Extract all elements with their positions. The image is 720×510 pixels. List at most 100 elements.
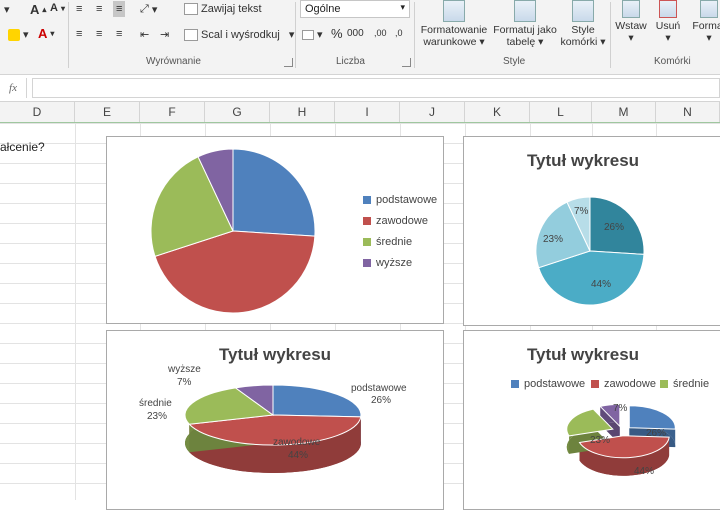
align-left-button[interactable]: ≡ [76,28,82,40]
column-header-l[interactable]: L [530,102,592,122]
pie-chart-1-svg [150,148,316,314]
insert-cells-icon [622,0,640,18]
increase-decimal-button[interactable]: ,00 [374,28,387,38]
wrap-text-button[interactable]: Zawijaj tekst [184,3,262,15]
align-top-button[interactable]: ≡ [76,3,82,15]
merge-center-button[interactable]: Scal i wyśrodkuj ▾ [184,28,294,41]
legend-label: średnie [376,236,413,248]
increase-indent-icon: ⇥ [160,29,170,41]
number-launcher[interactable] [402,58,411,67]
grow-font-button[interactable]: A ▴ [30,2,46,17]
column-header-g[interactable]: G [205,102,270,122]
format-as-table-button[interactable]: Formatuj jako tabelę ▾ [490,0,560,48]
percent-icon: % [331,26,343,41]
formula-input[interactable] [32,78,720,98]
format-table-line1: Formatuj jako [493,24,557,36]
legend-item: średnie [660,378,709,390]
decrease-decimal-button[interactable]: ,0 [395,28,403,38]
alignment-group-label: Wyrównanie [146,56,201,67]
column-header-e[interactable]: E [75,102,140,122]
accounting-format-button[interactable]: ▾ [302,28,323,41]
legend-swatch [591,380,599,388]
shrink-font-button[interactable]: A ▾ [50,2,65,14]
legend-item: podstawowe [511,378,585,390]
align-right-button[interactable]: ≡ [116,28,122,40]
font-size-arrow[interactable]: ▾ [4,3,10,16]
format-table-icon [514,0,536,22]
increase-indent-button[interactable]: ⇥ [160,28,169,41]
percent-button[interactable]: % [331,26,343,41]
chart-4[interactable]: Tytuł wykresu podstawowe zawodowe średni… [463,330,720,510]
legend-item: średnie [363,236,412,248]
insert-button[interactable]: Wstaw ▾ [612,0,650,44]
data-label: 7% [574,206,589,217]
increase-decimal-label: ,00 [374,28,387,38]
wrap-text-label: Zawijaj tekst [201,3,262,15]
legend-item: podstawowe [363,194,437,206]
comma-style-button[interactable]: 000 [347,28,364,39]
cell-styles-icon [572,0,594,22]
column-header-i[interactable]: I [335,102,400,122]
legend-item: zawodowe [363,215,428,227]
align-middle-button[interactable]: ≡ [96,3,102,15]
merge-center-label: Scal i wyśrodkuj [201,28,280,41]
column-header-h[interactable]: H [270,102,335,122]
legend-item: zawodowe [591,378,656,390]
delete-label: Usuń [655,20,681,32]
cell-styles-line2: komórki [560,36,598,48]
chart-1[interactable]: podstawowe zawodowe średnie wyższe [106,136,444,324]
column-header-k[interactable]: K [465,102,530,122]
orientation-button[interactable]: ⤢ ▾ [140,3,157,16]
cell-text[interactable]: ałcenie? [0,140,45,154]
data-label: 44% [591,279,612,290]
number-format-value: Ogólne [305,3,341,15]
data-label: 44% [634,466,655,477]
column-header-f[interactable]: F [140,102,205,122]
chevron-down-icon: ▾ [400,2,405,12]
decrease-indent-button[interactable]: ⇤ [140,28,149,41]
orientation-icon: ⤢ [140,3,149,15]
legend-label: zawodowe [376,215,428,227]
number-format-select[interactable]: Ogólne ▾ [300,0,410,18]
styles-group-label: Style [503,56,526,67]
fill-color-button[interactable]: ▾ [8,28,29,41]
legend-swatch [363,259,371,267]
align-bottom-button[interactable]: ≡ [113,1,126,17]
align-right-icon: ≡ [116,28,123,40]
font-color-button[interactable]: A ▾ [38,26,54,41]
column-header-m[interactable]: M [592,102,656,122]
align-bottom-icon: ≡ [116,3,123,15]
wrap-text-icon [184,3,198,15]
category-label: wyższe [168,364,201,375]
legend-label: wyższe [376,257,413,269]
alignment-launcher[interactable] [284,58,293,67]
fill-color-icon [8,28,20,41]
chart-title: Tytuł wykresu [526,345,640,364]
align-top-icon: ≡ [76,3,83,15]
column-header-d[interactable]: D [0,102,75,122]
cond-format-line1: Formatowanie [420,24,488,36]
align-middle-icon: ≡ [96,3,103,15]
format-button[interactable]: Format ▾ [686,0,720,44]
data-label: 44% [288,450,309,461]
chart-3[interactable]: Tytuł wykresu podstawowe 26% zawodowe 44… [106,330,444,510]
pie-slice[interactable] [628,405,676,430]
fx-icon[interactable]: fx [0,78,27,98]
ribbon: ▾ A ▴ A ▾ ▾ A ▾ ≡ ≡ ≡ ⤢ ▾ ≡ ≡ ≡ ⇤ ⇥ Zawijaj … [0,0,720,75]
conditional-formatting-button[interactable]: Formatowanie warunkowe ▾ [418,0,490,48]
data-label: 26% [371,395,392,406]
cells-group-label: Komórki [654,56,691,67]
data-label: 23% [543,234,564,245]
legend-label: podstawowe [376,194,438,206]
align-center-button[interactable]: ≡ [96,28,102,40]
chart-2[interactable]: Tytuł wykresu 26% 44% 23% 7% [463,136,720,326]
legend-swatch [363,217,371,225]
delete-button[interactable]: Usuń ▾ [650,0,686,44]
cell-styles-button[interactable]: Style komórki ▾ [558,0,608,48]
pie-slice[interactable] [272,384,362,418]
pie-slice[interactable] [232,148,316,237]
column-header-j[interactable]: J [400,102,465,122]
legend-swatch [363,196,371,204]
insert-label: Wstaw [615,20,647,32]
column-header-n[interactable]: N [656,102,720,122]
